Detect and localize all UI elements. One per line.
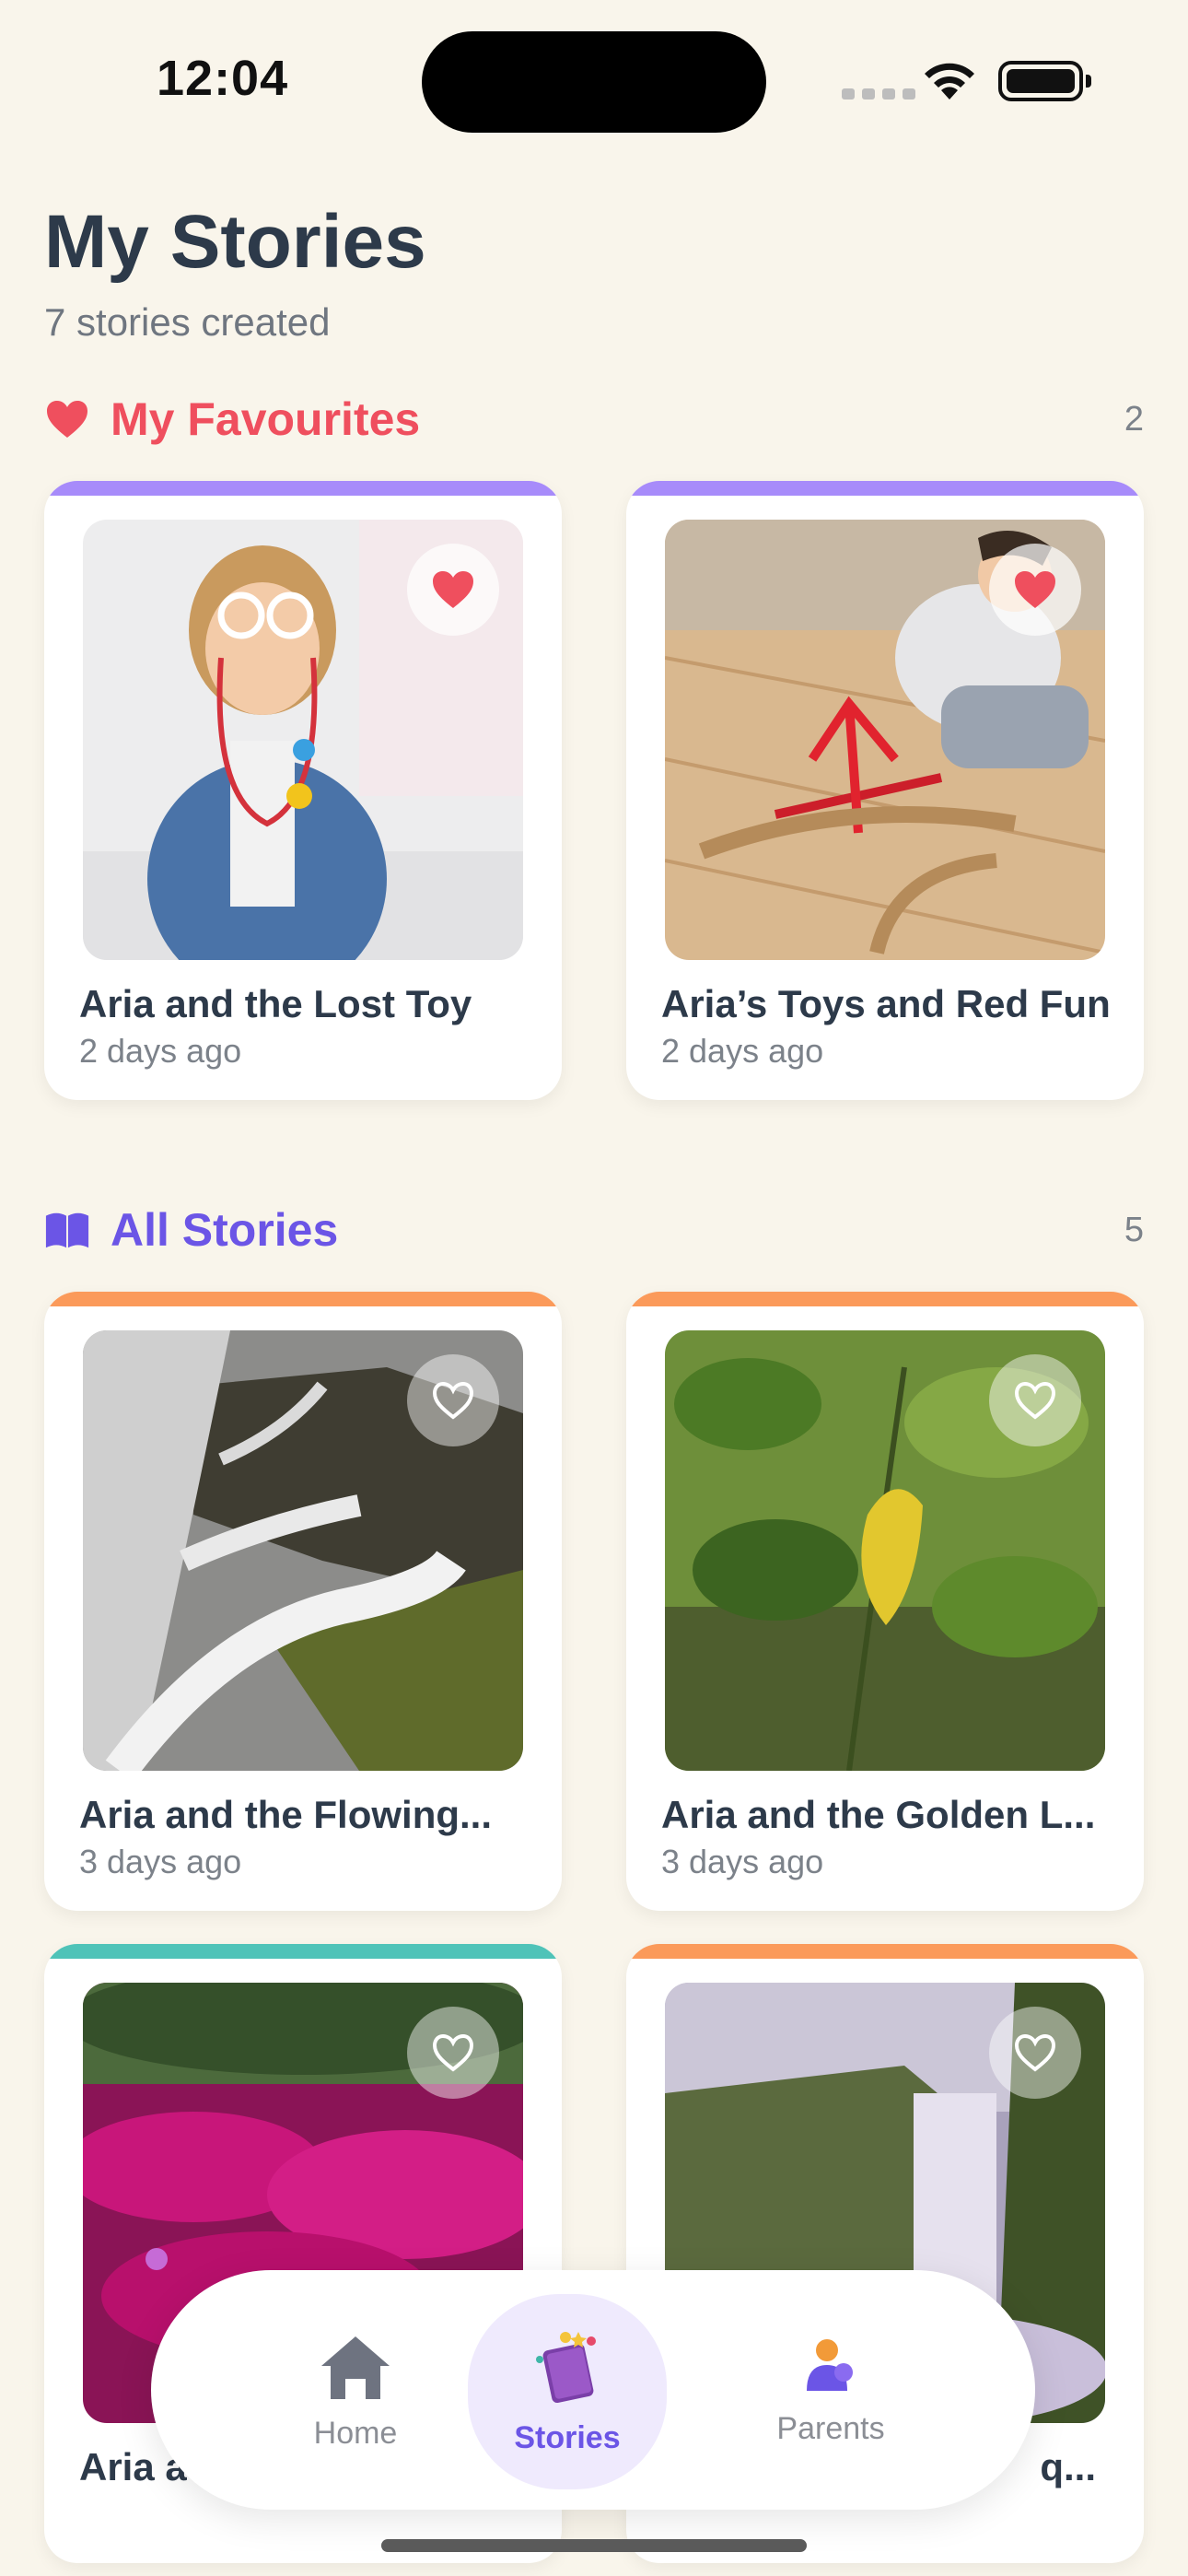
favourite-toggle-button[interactable] [989, 2007, 1081, 2099]
open-book-icon [44, 1207, 90, 1253]
story-title: Aria and the Lost Toy [79, 982, 472, 1025]
story-title: Aria’s Toys and Red Fun [661, 982, 1111, 1025]
bottom-tab-bar: Home Stories Parents [151, 2270, 1035, 2510]
story-title: Aria and the Flowing... [79, 1793, 493, 1836]
favourite-toggle-button[interactable] [407, 2007, 499, 2099]
parent-icon [807, 2338, 853, 2391]
tab-home[interactable]: Home [256, 2294, 455, 2489]
favourite-toggle-button[interactable] [407, 544, 499, 636]
wifi-icon [921, 59, 978, 106]
heart-filled-icon [433, 571, 473, 608]
card-accent-bar [44, 481, 562, 496]
storybook-icon [536, 2331, 596, 2403]
story-card-golden[interactable]: Aria and the Golden L... 3 days ago [626, 1292, 1144, 1911]
story-thumbnail [665, 520, 1105, 960]
story-date: 3 days ago [661, 1843, 824, 1880]
tab-parents[interactable]: Parents [731, 2294, 930, 2489]
all-stories-section-title: All Stories [111, 1204, 339, 1256]
story-card-flowing[interactable]: Aria and the Flowing... 3 days ago [44, 1292, 562, 1911]
story-date: 2 days ago [661, 1032, 824, 1070]
house-icon [321, 2336, 390, 2399]
card-accent-bar [44, 1292, 562, 1306]
heart-icon [44, 396, 90, 442]
card-accent-bar [44, 1944, 562, 1959]
cellular-signal-icon [842, 88, 915, 100]
story-card-lost-toy[interactable]: Aria and the Lost Toy 2 days ago [44, 481, 562, 1100]
favourites-section-header: My Favourites 2 [44, 387, 1144, 451]
status-bar: 12:04 [0, 0, 1188, 157]
favourite-toggle-button[interactable] [989, 1354, 1081, 1446]
favourites-count: 2 [1124, 399, 1144, 439]
battery-icon [998, 61, 1091, 101]
card-accent-bar [626, 1292, 1144, 1306]
page-title: My Stories [44, 200, 426, 284]
favourites-section-title: My Favourites [111, 393, 421, 445]
tab-home-label: Home [313, 2415, 398, 2451]
home-indicator[interactable] [381, 2539, 807, 2552]
story-title: Aria and the Golden L... [661, 1793, 1096, 1836]
tab-stories[interactable]: Stories [468, 2294, 667, 2489]
story-date: 3 days ago [79, 1843, 242, 1880]
page-subtitle: 7 stories created [44, 300, 331, 344]
story-date: 2 days ago [79, 1032, 242, 1070]
story-thumbnail [665, 1330, 1105, 1771]
favourite-toggle-button[interactable] [407, 1354, 499, 1446]
story-thumbnail [83, 1330, 523, 1771]
tab-stories-label: Stories [514, 2419, 621, 2455]
tab-parents-label: Parents [776, 2410, 885, 2446]
favourite-toggle-button[interactable] [989, 544, 1081, 636]
story-card-toys-red-fun[interactable]: Aria’s Toys and Red Fun 2 days ago [626, 481, 1144, 1100]
all-stories-count: 5 [1124, 1210, 1144, 1249]
card-accent-bar [626, 481, 1144, 496]
story-thumbnail [83, 520, 523, 960]
dynamic-island [422, 31, 766, 133]
status-time: 12:04 [157, 51, 289, 106]
all-stories-section-header: All Stories 5 [44, 1198, 1144, 1262]
card-accent-bar [626, 1944, 1144, 1959]
